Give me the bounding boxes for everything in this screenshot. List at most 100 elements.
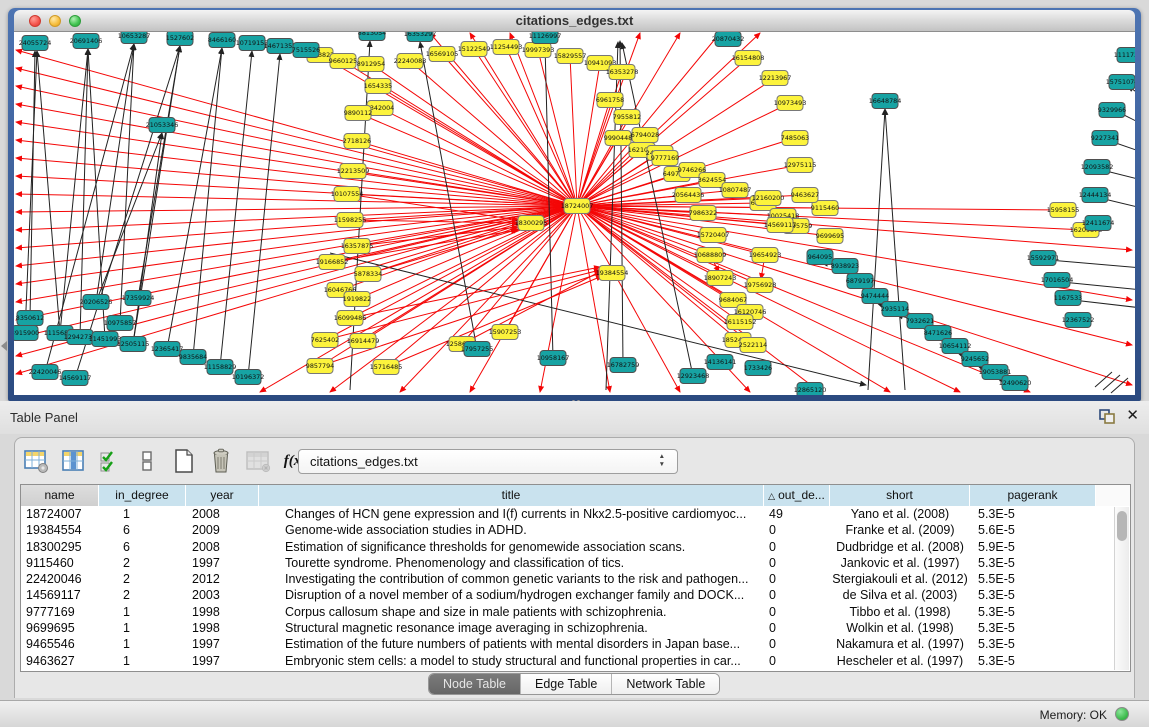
- table-row[interactable]: 2242004622012Investigating the contribut…: [21, 571, 1130, 587]
- delete-table-icon[interactable]: [245, 448, 271, 475]
- column-header-year[interactable]: year: [186, 485, 259, 506]
- column-header-short[interactable]: short: [830, 485, 970, 506]
- cell-out_de[interactable]: 0: [764, 620, 830, 636]
- cell-year[interactable]: 1998: [186, 620, 259, 636]
- cell-in_degree[interactable]: 1: [99, 506, 186, 522]
- cell-short[interactable]: Jankovic et al. (1997): [830, 555, 970, 571]
- row-height-icon[interactable]: [134, 448, 160, 475]
- cell-year[interactable]: 1997: [186, 636, 259, 652]
- cell-name[interactable]: 18724007: [21, 506, 99, 522]
- cell-short[interactable]: Dudbridge et al. (2008): [830, 539, 970, 555]
- cell-title[interactable]: Genome-wide association studies in ADHD.: [259, 522, 764, 538]
- cell-in_degree[interactable]: 1: [99, 620, 186, 636]
- cell-title[interactable]: Tourette syndrome. Phenomenology and cla…: [259, 555, 764, 571]
- table-row[interactable]: 1938455462009Genome-wide association stu…: [21, 522, 1130, 538]
- cell-name[interactable]: 14569117: [21, 587, 99, 603]
- cell-short[interactable]: Nakamura et al. (1997): [830, 636, 970, 652]
- cell-pagerank[interactable]: 5.3E-5: [970, 636, 1096, 652]
- table-selector-dropdown[interactable]: citations_edges.txt ▲▼: [298, 449, 678, 474]
- cell-pagerank[interactable]: 5.3E-5: [970, 506, 1096, 522]
- show-columns-icon[interactable]: [60, 448, 86, 475]
- cell-name[interactable]: 9699695: [21, 620, 99, 636]
- cell-pagerank[interactable]: 5.6E-5: [970, 522, 1096, 538]
- tab-network-table[interactable]: Network Table: [612, 674, 719, 694]
- cell-pagerank[interactable]: 5.3E-5: [970, 653, 1096, 669]
- collapse-panel-icon[interactable]: [1, 341, 7, 351]
- cell-year[interactable]: 1998: [186, 604, 259, 620]
- cell-name[interactable]: 22420046: [21, 571, 99, 587]
- column-header-pagerank[interactable]: pagerank: [970, 485, 1096, 506]
- cell-title[interactable]: Corpus callosum shape and size in male p…: [259, 604, 764, 620]
- cell-in_degree[interactable]: 2: [99, 571, 186, 587]
- cell-name[interactable]: 9465546: [21, 636, 99, 652]
- cell-year[interactable]: 2012: [186, 571, 259, 587]
- cell-year[interactable]: 2008: [186, 506, 259, 522]
- cell-in_degree[interactable]: 1: [99, 604, 186, 620]
- table-row[interactable]: 1830029562008Estimation of significance …: [21, 539, 1130, 555]
- column-header-name[interactable]: name: [21, 485, 99, 506]
- cell-out_de[interactable]: 0: [764, 539, 830, 555]
- cell-in_degree[interactable]: 1: [99, 653, 186, 669]
- table-row[interactable]: 969969511998Structural magnetic resonanc…: [21, 620, 1130, 636]
- network-canvas[interactable]: 7663822966012589129541654335234200498901…: [14, 32, 1135, 395]
- cell-pagerank[interactable]: 5.3E-5: [970, 604, 1096, 620]
- cell-name[interactable]: 19384554: [21, 522, 99, 538]
- cell-out_de[interactable]: 0: [764, 604, 830, 620]
- column-header-title[interactable]: title: [259, 485, 764, 506]
- table-row[interactable]: 911546021997Tourette syndrome. Phenomeno…: [21, 555, 1130, 571]
- cell-out_de[interactable]: 0: [764, 571, 830, 587]
- table-row[interactable]: 977716911998Corpus callosum shape and si…: [21, 604, 1130, 620]
- table-mode-icon[interactable]: [23, 448, 49, 475]
- table-row[interactable]: 1872400712008Changes of HCN gene express…: [21, 506, 1130, 522]
- cell-name[interactable]: 9115460: [21, 555, 99, 571]
- cell-short[interactable]: Yano et al. (2008): [830, 506, 970, 522]
- cell-title[interactable]: Disruption of a novel member of a sodium…: [259, 587, 764, 603]
- table-header-row[interactable]: namein_degreeyeartitle△out_de...shortpag…: [21, 485, 1130, 506]
- cell-short[interactable]: Hescheler et al. (1997): [830, 653, 970, 669]
- table-row[interactable]: 1456911722003Disruption of a novel membe…: [21, 587, 1130, 603]
- node-table[interactable]: namein_degreeyeartitle△out_de...shortpag…: [20, 484, 1131, 672]
- vertical-scrollbar[interactable]: [1114, 507, 1129, 670]
- close-panel-icon[interactable]: ✕: [1126, 408, 1139, 423]
- cell-year[interactable]: 1997: [186, 653, 259, 669]
- cell-pagerank[interactable]: 5.3E-5: [970, 587, 1096, 603]
- cell-year[interactable]: 1997: [186, 555, 259, 571]
- cell-title[interactable]: Estimation of significance thresholds fo…: [259, 539, 764, 555]
- window-titlebar[interactable]: citations_edges.txt: [14, 10, 1135, 32]
- cell-title[interactable]: Investigating the contribution of common…: [259, 571, 764, 587]
- float-window-icon[interactable]: [1099, 409, 1115, 424]
- scrollbar-thumb[interactable]: [1117, 511, 1127, 541]
- memory-status-icon[interactable]: [1115, 707, 1129, 721]
- cell-in_degree[interactable]: 6: [99, 539, 186, 555]
- cell-out_de[interactable]: 0: [764, 522, 830, 538]
- table-body[interactable]: 1872400712008Changes of HCN gene express…: [21, 506, 1130, 669]
- tab-node-table[interactable]: Node Table: [429, 674, 521, 694]
- cell-pagerank[interactable]: 5.3E-5: [970, 620, 1096, 636]
- cell-title[interactable]: Embryonic stem cells: a model to study s…: [259, 653, 764, 669]
- column-header-out_de[interactable]: △out_de...: [764, 485, 830, 506]
- cell-name[interactable]: 18300295: [21, 539, 99, 555]
- table-row[interactable]: 946362711997Embryonic stem cells: a mode…: [21, 653, 1130, 669]
- cell-name[interactable]: 9463627: [21, 653, 99, 669]
- cell-out_de[interactable]: 49: [764, 506, 830, 522]
- cell-year[interactable]: 2009: [186, 522, 259, 538]
- cell-year[interactable]: 2008: [186, 539, 259, 555]
- delete-columns-icon[interactable]: [208, 448, 234, 475]
- new-column-icon[interactable]: [171, 448, 197, 475]
- cell-short[interactable]: Franke et al. (2009): [830, 522, 970, 538]
- cell-title[interactable]: Estimation of the future numbers of pati…: [259, 636, 764, 652]
- table-row[interactable]: 946554611997Estimation of the future num…: [21, 636, 1130, 652]
- cell-pagerank[interactable]: 5.9E-5: [970, 539, 1096, 555]
- cell-pagerank[interactable]: 5.5E-5: [970, 571, 1096, 587]
- cell-out_de[interactable]: 0: [764, 636, 830, 652]
- cell-out_de[interactable]: 0: [764, 653, 830, 669]
- cell-in_degree[interactable]: 2: [99, 587, 186, 603]
- cell-year[interactable]: 2003: [186, 587, 259, 603]
- tab-edge-table[interactable]: Edge Table: [521, 674, 612, 694]
- cell-name[interactable]: 9777169: [21, 604, 99, 620]
- cell-title[interactable]: Structural magnetic resonance image aver…: [259, 620, 764, 636]
- column-header-in_degree[interactable]: in_degree: [99, 485, 186, 506]
- cell-out_de[interactable]: 0: [764, 587, 830, 603]
- cell-pagerank[interactable]: 5.3E-5: [970, 555, 1096, 571]
- cell-short[interactable]: Wolkin et al. (1998): [830, 620, 970, 636]
